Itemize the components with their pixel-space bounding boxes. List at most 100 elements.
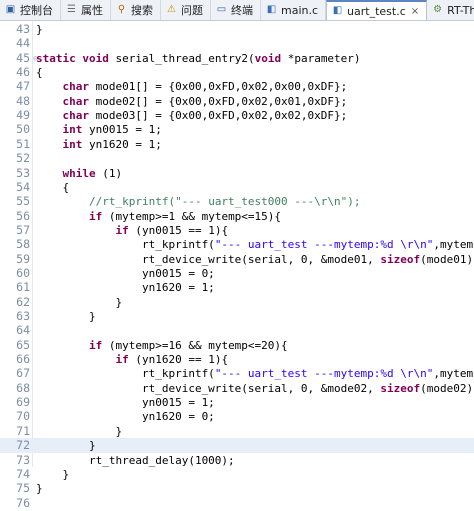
code-line[interactable]: 56 if (mytemp>=1 && mytemp<=15){ [0, 209, 474, 224]
code-line[interactable]: 70 yn1620 = 0; [0, 409, 474, 424]
code-text: yn1620 = 0; [36, 409, 215, 424]
keyword-token: char [62, 109, 90, 123]
code-line[interactable]: 46 { [0, 65, 474, 80]
code-line[interactable]: 71 } [0, 424, 474, 439]
c-file-icon: ◧ [332, 5, 343, 16]
code-line[interactable]: 50 int yn0015 = 1; [0, 122, 474, 137]
code-line[interactable]: 68 rt_device_write(serial, 0, &mode02, s… [0, 381, 474, 396]
code-line[interactable]: 51 int yn1620 = 1; [0, 137, 474, 152]
line-number: 62 [16, 294, 30, 309]
code-token: } [36, 467, 70, 481]
keyword-token: sizeof [380, 252, 421, 266]
tab-1[interactable]: ☰ 属性 [61, 0, 111, 20]
code-token: (yn0015 == 1){ [128, 223, 229, 237]
code-line[interactable]: 69 yn0015 = 1; [0, 395, 474, 410]
line-number: 74 [16, 466, 30, 481]
code-line[interactable]: 66 if (yn1620 == 1){ [0, 352, 474, 367]
string-token: "--- uart_test ---mytemp:%d \r\n" [214, 238, 434, 252]
code-line[interactable]: 49 char mode03[] = {0x00,0xFD,0x02,0x02,… [0, 108, 474, 123]
line-number: 67 [16, 366, 30, 381]
keyword-token: static [36, 51, 76, 65]
keyword-token: if [88, 338, 103, 352]
line-number: 68 [16, 380, 30, 395]
line-number: 70 [16, 409, 30, 424]
code-text: yn0015 = 0; [36, 266, 215, 281]
keyword-token: void [254, 51, 282, 65]
code-token: { [36, 66, 43, 80]
code-line[interactable]: 72 } [0, 438, 474, 454]
terminal-icon: ▭ [216, 4, 227, 15]
code-text: } [36, 481, 43, 496]
code-line[interactable]: 62 } [0, 295, 474, 310]
tab-3[interactable]: ⚠ 问题 [161, 0, 211, 20]
code-line[interactable]: 45 ⊖ static void serial_thread_entry2(void… [0, 51, 474, 66]
code-text: { [36, 65, 43, 80]
code-line[interactable]: 48 char mode02[] = {0x00,0xFD,0x02,0x01,… [0, 94, 474, 109]
line-number: 50 [16, 122, 30, 137]
line-number: 59 [16, 251, 30, 266]
code-token: ,mytemp); [433, 238, 474, 252]
code-line[interactable]: 44 [0, 36, 474, 51]
code-line[interactable]: 75} [0, 481, 474, 496]
code-text: } [36, 438, 96, 453]
code-line[interactable]: 61 yn1620 = 1; [0, 280, 474, 295]
code-line[interactable]: 65 if (mytemp>=16 && mytemp<=20){ [0, 338, 474, 353]
tab-0[interactable]: ▣ 控制台 [0, 0, 61, 20]
line-number: 73 [16, 452, 30, 467]
code-token: } [36, 310, 96, 323]
code-text: yn1620 = 1; [36, 280, 215, 295]
code-token: (mode02)); [420, 381, 474, 395]
code-line[interactable]: 59 rt_device_write(serial, 0, &mode01, s… [0, 252, 474, 267]
code-line[interactable]: 64 [0, 323, 474, 338]
code-line[interactable]: 58 rt_kprintf("--- uart_test ---mytemp:%… [0, 237, 474, 252]
code-line[interactable]: 43} [0, 22, 474, 37]
keyword-token: if [115, 223, 129, 237]
code-line[interactable]: 74 } [0, 467, 474, 482]
line-number: 63 [16, 309, 30, 323]
code-token: yn1620 = 0; [36, 410, 215, 424]
code-line[interactable]: 67 rt_kprintf("--- uart_test ---mytemp:%… [0, 366, 474, 381]
code-editor[interactable]: 43} 44 45 ⊖ static void serial_thread_entry2… [0, 21, 474, 510]
code-token: (mytemp>=16 && mytemp<=20){ [102, 338, 288, 352]
editor-tab-bar: ▣ 控制台 ☰ 属性 ⚲ 搜索 ⚠ 问题 ▭ 终端 ◧ main.c ◧ uart_test.c × ⚙ RT-… [0, 0, 474, 21]
tab-2[interactable]: ⚲ 搜索 [111, 0, 161, 20]
tab-main-c[interactable]: ◧ main.c [261, 0, 327, 20]
line-number: 60 [16, 265, 30, 280]
tab-label: main.c [281, 3, 319, 17]
code-line[interactable]: 47 char mode01[] = {0x00,0xFD,0x02,0x00,… [0, 79, 474, 94]
code-token: rt_kprintf( [36, 367, 215, 381]
tab-rt-thread-set[interactable]: ⚙ RT-Thread Set [427, 0, 474, 20]
tab-uart-test-c[interactable]: ◧ uart_test.c × [326, 0, 428, 20]
line-number: 72 [16, 438, 30, 453]
line-number: 44 [16, 36, 30, 51]
close-tab-icon[interactable]: × [411, 6, 419, 17]
code-text: static void serial_thread_entry2(void *p… [36, 51, 361, 66]
code-line[interactable]: 53 while (1) [0, 166, 474, 181]
code-line[interactable]: 57 if (yn0015 == 1){ [0, 223, 474, 238]
code-line[interactable]: 73 rt_thread_delay(1000); [0, 453, 474, 468]
code-line[interactable]: 55 //rt_kprintf("--- uart_test000 ---\r\… [0, 194, 474, 209]
code-line[interactable]: 60 yn0015 = 0; [0, 266, 474, 281]
line-number: 54 [16, 179, 30, 194]
tab-4[interactable]: ▭ 终端 [211, 0, 261, 20]
code-line[interactable]: 76 [0, 496, 474, 511]
code-line[interactable]: 52 [0, 151, 474, 166]
code-line[interactable]: 63 } [0, 309, 474, 324]
code-token: mode02[] = {0x00,0xFD,0x02,0x01,0xDF}; [89, 94, 348, 108]
code-token: rt_device_write(serial, 0, &mode01, [36, 252, 381, 266]
code-token: rt_device_write(serial, 0, &mode02, [36, 381, 381, 395]
code-line[interactable]: 54 { [0, 180, 474, 195]
line-number: 55 [16, 194, 30, 209]
code-token: } [36, 482, 43, 496]
settings-icon: ⚙ [433, 4, 443, 15]
code-text: rt_device_write(serial, 0, &mode01, size… [36, 252, 474, 267]
code-token: rt_kprintf( [36, 238, 215, 252]
keyword-token: if [88, 209, 103, 223]
tab-label: 终端 [231, 4, 253, 17]
code-token: yn1620 = 1; [36, 281, 215, 295]
